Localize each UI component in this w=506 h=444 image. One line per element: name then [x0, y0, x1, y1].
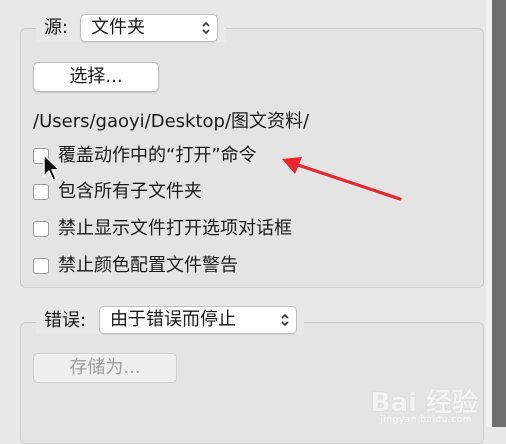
errors-label: 错误:	[44, 310, 87, 331]
errors-popup[interactable]: 由于错误而停止	[99, 306, 297, 334]
suppress-open-options-label: 禁止显示文件打开选项对话框	[58, 218, 292, 239]
suppress-color-warnings-checkbox[interactable]	[33, 258, 49, 274]
errors-popup-value: 由于错误而停止	[110, 309, 236, 330]
batch-dialog-panel: 源: 文件夹 选择... /Users/gaoyi/Desktop/图文资料/ …	[0, 0, 506, 444]
suppress-open-options-checkbox[interactable]	[33, 221, 49, 237]
baidu-jingyan-watermark: Bai 经验	[370, 388, 478, 418]
suppress-color-warnings-label: 禁止颜色配置文件警告	[58, 255, 238, 276]
window-right-edge	[492, 0, 506, 427]
choose-button[interactable]: 选择...	[33, 62, 159, 92]
source-label: 源:	[44, 17, 69, 38]
popup-arrows-icon	[281, 313, 289, 327]
source-popup-value: 文件夹	[91, 17, 145, 38]
include-subfolders-checkbox[interactable]	[33, 184, 49, 200]
include-subfolders-label: 包含所有子文件夹	[58, 181, 202, 202]
override-open-label: 覆盖动作中的“打开”命令	[58, 145, 257, 166]
override-open-checkbox[interactable]	[33, 148, 49, 164]
popup-arrows-icon	[202, 21, 210, 35]
source-popup[interactable]: 文件夹	[80, 14, 218, 42]
source-folder-path: /Users/gaoyi/Desktop/图文资料/	[33, 111, 310, 132]
watermark-url: jingyan.baidu.com	[380, 415, 472, 425]
save-as-button[interactable]: 存储为...	[33, 353, 177, 383]
